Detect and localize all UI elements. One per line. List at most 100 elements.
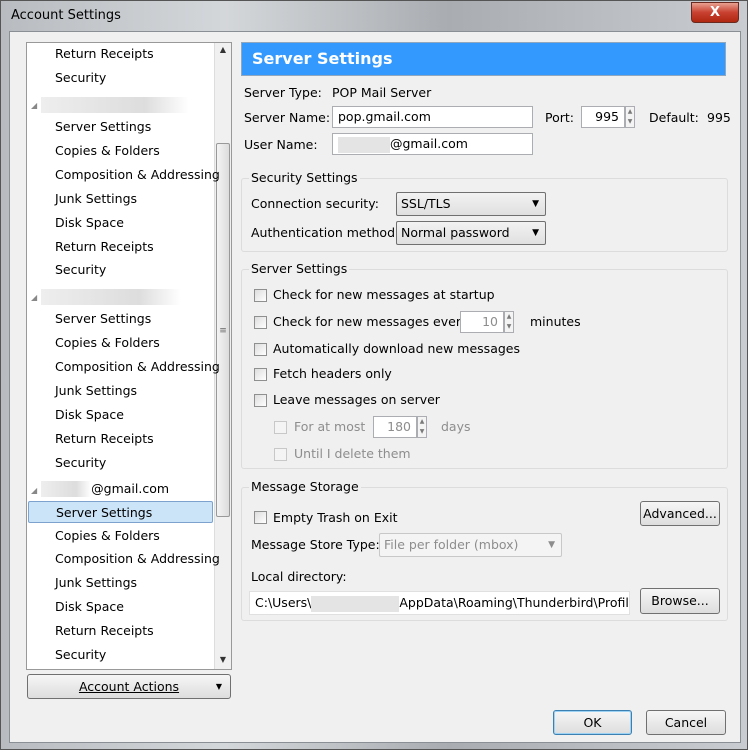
tree-item[interactable]: Return Receipts [55, 236, 154, 258]
server-settings-legend: Server Settings [249, 261, 350, 276]
tree-item[interactable]: Return Receipts [55, 43, 154, 65]
leave-on-server-label[interactable]: Leave messages on server [273, 392, 440, 407]
scroll-down-icon[interactable]: ▼ [215, 655, 231, 664]
check-every-checkbox[interactable] [254, 316, 267, 329]
auto-download-checkbox[interactable] [254, 343, 267, 356]
for-at-most-label[interactable]: For at most [294, 419, 365, 434]
connection-security-label: Connection security: [251, 196, 379, 211]
security-settings-group: Security Settings Connection security: S… [241, 170, 728, 252]
server-settings-group: Server Settings Check for new messages a… [241, 261, 728, 469]
advanced-button[interactable]: Advanced... [640, 501, 720, 526]
tree-item[interactable]: Server Settings [55, 116, 151, 138]
message-storage-group: Message Storage Empty Trash on Exit Adva… [241, 479, 728, 621]
days-label: days [441, 419, 471, 434]
empty-trash-label[interactable]: Empty Trash on Exit [273, 510, 398, 525]
port-label: Port: [545, 110, 574, 125]
minutes-input[interactable]: 10 [460, 311, 504, 333]
until-delete-label[interactable]: Until I delete them [294, 446, 411, 461]
local-directory-input[interactable]: C:\Users\ AppData\Roaming\Thunderbird\Pro… [249, 591, 630, 615]
tree-item[interactable]: Return Receipts [55, 428, 154, 450]
tree-item[interactable]: Copies & Folders [55, 525, 160, 547]
tree-item[interactable]: Junk Settings [55, 380, 137, 402]
auto-download-label[interactable]: Automatically download new messages [273, 341, 520, 356]
empty-trash-checkbox[interactable] [254, 511, 267, 524]
user-name-label: User Name: [244, 137, 318, 152]
tree-account[interactable]: ◢ [31, 285, 182, 307]
tree-account[interactable]: ◢ @gmail.com [31, 478, 169, 500]
tree-item[interactable]: Return Receipts [55, 620, 154, 642]
account-name: @gmail.com [91, 480, 170, 496]
account-actions-label: Account Actions [78, 679, 180, 694]
directory-end: AppData\Roaming\Thunderbird\Profiles [399, 595, 630, 610]
account-settings-window: Account Settings X ▲ ≡ ▼ Return Receipts… [0, 0, 748, 750]
tree-item[interactable]: Junk Settings [55, 188, 137, 210]
tree-item[interactable]: Composition & Addressing [55, 164, 220, 186]
days-spinner[interactable]: ▲ ▼ [417, 416, 427, 438]
tree-item[interactable]: Disk Space [55, 404, 124, 426]
until-delete-checkbox[interactable] [274, 448, 287, 461]
tree-item[interactable]: Copies & Folders [55, 332, 160, 354]
collapse-triangle-icon: ◢ [31, 485, 38, 495]
browse-button[interactable]: Browse... [640, 588, 720, 614]
fetch-headers-checkbox[interactable] [254, 368, 267, 381]
directory-start: C:\Users\ [255, 595, 312, 610]
store-type-select[interactable]: File per folder (mbox) ▼ [379, 533, 562, 557]
window-title: Account Settings [11, 8, 121, 23]
minutes-spinner[interactable]: ▲ ▼ [504, 311, 514, 333]
check-startup-checkbox[interactable] [254, 289, 267, 302]
store-type-label: Message Store Type: [251, 537, 380, 552]
dropdown-arrow-icon: ▼ [532, 199, 539, 209]
security-settings-legend: Security Settings [249, 170, 360, 185]
tree-item[interactable]: Copies & Folders [55, 140, 160, 162]
server-name-input[interactable]: pop.gmail.com [332, 106, 533, 128]
local-directory-label: Local directory: [251, 569, 347, 584]
port-input[interactable]: 995 [581, 106, 625, 128]
tree-item[interactable]: Disk Space [55, 212, 124, 234]
server-type-label: Server Type: [244, 85, 322, 100]
tree-item[interactable]: Junk Settings [55, 572, 137, 594]
scroll-thumb[interactable]: ≡ [216, 143, 230, 517]
check-startup-label[interactable]: Check for new messages at startup [273, 287, 495, 302]
dropdown-arrow-icon: ▼ [532, 228, 539, 238]
tree-account[interactable]: ◢ [31, 93, 190, 115]
auth-method-select[interactable]: Normal password ▼ [396, 221, 546, 245]
days-input[interactable]: 180 [373, 416, 417, 438]
tree-item[interactable]: Security [55, 259, 106, 281]
connection-security-select[interactable]: SSL/TLS ▼ [396, 192, 546, 216]
user-name-value: @gmail.com [390, 136, 468, 151]
fetch-headers-label[interactable]: Fetch headers only [273, 366, 392, 381]
close-button[interactable]: X [691, 2, 739, 23]
page-title: Server Settings [241, 42, 726, 76]
collapse-triangle-icon: ◢ [31, 293, 38, 303]
check-every-label[interactable]: Check for new messages every [273, 314, 468, 329]
cancel-button[interactable]: Cancel [646, 710, 726, 735]
port-spinner[interactable]: ▲ ▼ [625, 106, 635, 128]
dropdown-arrow-icon: ▼ [548, 540, 555, 550]
tree-item[interactable]: Composition & Addressing [55, 548, 220, 570]
tree-item[interactable]: Security [55, 452, 106, 474]
tree-item[interactable]: Composition & Addressing [55, 356, 220, 378]
store-type-value: File per folder (mbox) [384, 537, 519, 552]
dropdown-arrow-icon: ▼ [215, 682, 222, 691]
collapse-triangle-icon: ◢ [31, 101, 38, 110]
scroll-up-icon[interactable]: ▲ [215, 45, 231, 54]
account-actions-button[interactable]: Account Actions ▼ [27, 674, 231, 699]
minutes-label: minutes [530, 314, 581, 329]
server-type-value: POP Mail Server [332, 85, 432, 100]
server-name-label: Server Name: [244, 110, 331, 125]
auth-method-value: Normal password [401, 225, 510, 240]
connection-security-value: SSL/TLS [401, 196, 451, 211]
tree-item[interactable]: Security [55, 67, 106, 89]
default-port-label: Default: [649, 110, 699, 125]
default-port-value: 995 [707, 110, 731, 125]
ok-button[interactable]: OK [553, 710, 632, 735]
user-name-input[interactable]: @gmail.com [332, 133, 533, 155]
tree-item[interactable]: Security [55, 644, 106, 666]
dialog-client: ▲ ≡ ▼ Return Receipts Security ◢ Server Se… [9, 31, 741, 743]
tree-item[interactable]: Server Settings [55, 308, 151, 330]
tree-item[interactable]: Disk Space [55, 596, 124, 618]
tree-item[interactable]: Server Settings [28, 500, 213, 523]
leave-on-server-checkbox[interactable] [254, 394, 267, 407]
for-at-most-checkbox[interactable] [274, 421, 287, 434]
account-tree[interactable]: ▲ ≡ ▼ Return Receipts Security ◢ Server Se… [26, 42, 232, 670]
